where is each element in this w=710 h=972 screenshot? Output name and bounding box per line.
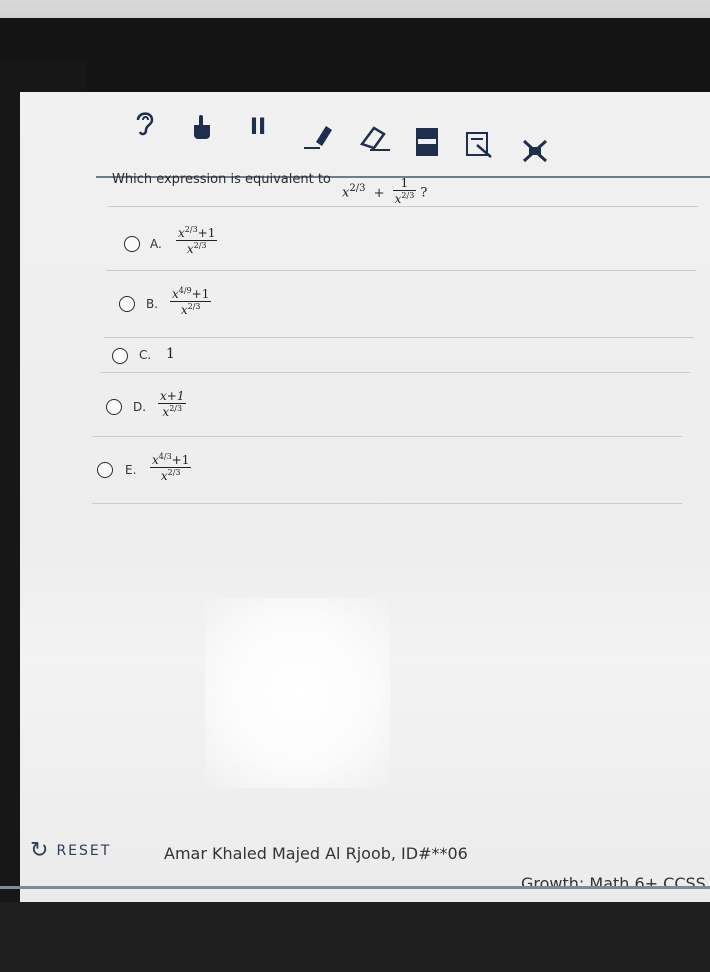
num-base: x <box>178 226 185 240</box>
choice-e-radio[interactable] <box>97 462 113 478</box>
choice-c-letter: C. <box>139 348 152 362</box>
den-exp: 2/3 <box>187 302 201 311</box>
num-tail: +1 <box>171 453 190 467</box>
ear-icon[interactable] <box>130 108 160 138</box>
den-base: x <box>186 242 194 256</box>
screen-glare <box>205 598 390 788</box>
den-base: x <box>160 469 168 483</box>
question-mark: ? <box>420 185 428 201</box>
choice-a-letter: A. <box>150 237 162 251</box>
term1-exponent: 2/3 <box>349 183 366 195</box>
choice-a-numerator: x2/3+1 <box>176 225 217 240</box>
reset-button[interactable]: ↻ RESET <box>30 838 111 863</box>
num-exp: 2/3 <box>184 225 198 234</box>
test-toolbar: II <box>96 100 710 178</box>
device-bezel-top <box>0 18 710 98</box>
choice-b-letter: B. <box>146 297 159 311</box>
question-fraction-denominator: x2/3 <box>393 191 417 206</box>
num-exp: 4/3 <box>158 452 172 461</box>
question-expression: x2/3 + 1 x2/3 ? <box>342 176 428 208</box>
student-info: Amar Khaled Majed Al Rjoob, ID#**06 <box>164 844 468 863</box>
choice-d-denominator: x2/3 <box>160 404 184 419</box>
refresh-icon: ↻ <box>30 838 51 863</box>
den-exponent: 2/3 <box>401 191 415 200</box>
den-exp: 2/3 <box>169 404 183 413</box>
choice-d-row[interactable] <box>100 372 690 433</box>
den-base: x <box>180 303 188 317</box>
pause-icon[interactable]: II <box>246 114 270 142</box>
num-tail: +1 <box>191 287 210 301</box>
answer-masking-icon[interactable] <box>464 130 494 160</box>
num-base: x <box>152 453 159 467</box>
highlighter-icon[interactable] <box>302 120 336 152</box>
hand-pointer-icon[interactable] <box>188 112 216 142</box>
choice-b-radio[interactable] <box>119 296 135 312</box>
question-fraction-numerator: 1 <box>400 176 409 190</box>
num-base: x <box>172 287 179 301</box>
answer-eliminator-icon[interactable] <box>520 136 550 166</box>
choice-c-radio[interactable] <box>112 348 128 364</box>
choice-c-row[interactable] <box>104 337 694 376</box>
choice-a-expression[interactable]: x2/3+1 x2/3 <box>176 225 218 256</box>
test-footer: ↻ RESET Amar Khaled Majed Al Rjoob, ID#*… <box>30 838 710 893</box>
choice-d-numerator: x+1 <box>160 389 185 403</box>
choice-e-numerator: x4/3+1 <box>150 452 191 467</box>
line-reader-icon[interactable] <box>414 126 440 158</box>
test-name: Growth: Math 6+ CCSS <box>521 874 706 893</box>
reset-label: RESET <box>56 842 112 859</box>
eraser-icon[interactable] <box>356 122 392 154</box>
choice-d-letter: D. <box>133 400 147 414</box>
choice-d-expression[interactable]: x+1 x2/3 <box>158 389 187 419</box>
question-prompt: Which expression is equivalent to <box>112 172 331 187</box>
choice-a-radio[interactable] <box>124 236 140 252</box>
den-exp: 2/3 <box>193 241 207 250</box>
choice-a-denominator: x2/3 <box>185 241 209 256</box>
footer-divider <box>0 886 710 889</box>
num-tail: +1 <box>197 226 216 240</box>
plus-sign: + <box>373 185 385 201</box>
choice-e-letter: E. <box>125 463 137 477</box>
choice-e-expression[interactable]: x4/3+1 x2/3 <box>150 452 192 483</box>
pause-glyph: II <box>249 115 267 140</box>
choice-d-radio[interactable] <box>106 399 122 415</box>
den-exp: 2/3 <box>167 468 181 477</box>
num-exp: 4/9 <box>178 286 192 295</box>
choice-b-numerator: x4/9+1 <box>170 286 211 301</box>
choice-b-expression[interactable]: x4/9+1 x2/3 <box>170 286 212 317</box>
choice-b-denominator: x2/3 <box>179 302 203 317</box>
choice-c-value[interactable]: 1 <box>166 346 175 362</box>
question-text: Which expression is equivalent to <box>112 172 331 187</box>
choice-e-denominator: x2/3 <box>159 468 183 483</box>
device-bezel-bottom <box>0 902 710 972</box>
